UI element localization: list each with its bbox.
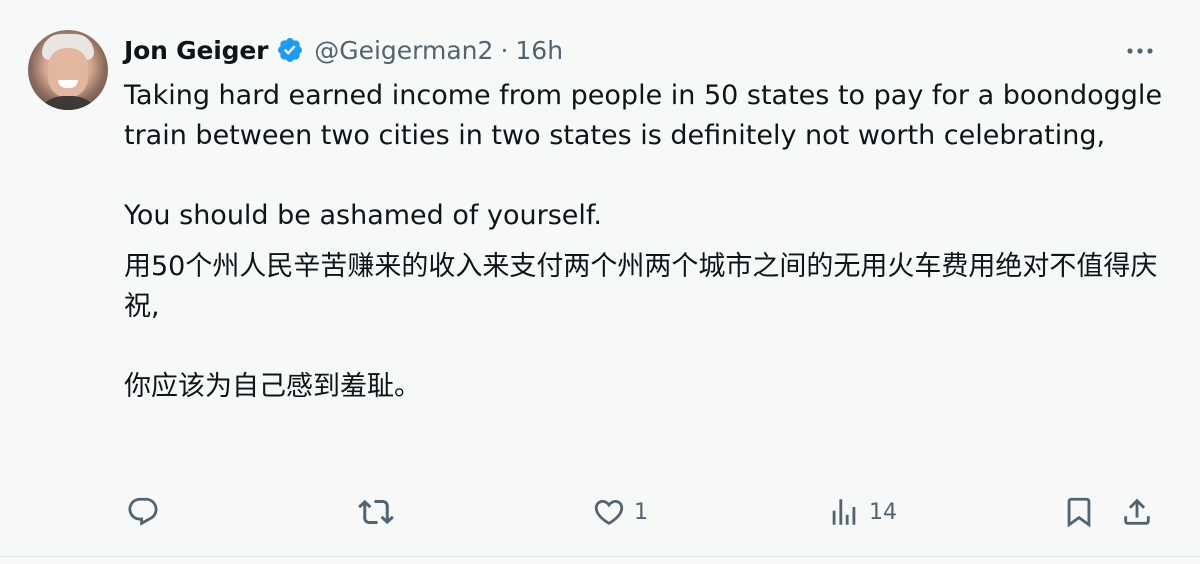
separator-dot: ·	[500, 35, 509, 65]
tweet-text-chinese-1: 用50个州人民辛苦赚来的收入来支付两个州两个城市之间的无用火车费用绝对不值得庆祝…	[124, 251, 1158, 322]
tweet-text-english-1: Taking hard earned income from people in…	[124, 80, 1163, 151]
author-name[interactable]: Jon Geiger	[124, 36, 268, 65]
views-icon	[827, 495, 861, 529]
tweet-text: Taking hard earned income from people in…	[124, 76, 1164, 407]
views-count: 14	[869, 499, 897, 525]
reply-icon	[126, 495, 160, 529]
more-icon[interactable]	[1120, 36, 1160, 66]
bookmark-icon	[1062, 495, 1096, 529]
tweet-timestamp[interactable]: 16h	[515, 36, 563, 65]
tweet-text-english-2: You should be ashamed of yourself.	[124, 200, 603, 231]
retweet-icon	[358, 494, 394, 530]
avatar[interactable]	[28, 30, 108, 110]
tweet-text-chinese-2: 你应该为自己感到羞耻。	[124, 371, 421, 402]
retweet-button[interactable]	[358, 492, 402, 532]
share-icon	[1120, 495, 1154, 529]
author-handle[interactable]: @Geigerman2	[314, 36, 493, 65]
like-button[interactable]: 1	[592, 492, 648, 532]
tweet-card[interactable]: Jon Geiger @Geigerman2 · 16h Taking hard…	[0, 0, 1200, 557]
reply-button[interactable]	[126, 492, 168, 532]
share-button[interactable]	[1120, 492, 1154, 532]
tweet-header: Jon Geiger @Geigerman2 · 16h	[124, 34, 563, 66]
bookmark-button[interactable]	[1062, 492, 1096, 532]
like-count: 1	[634, 499, 648, 525]
heart-icon	[592, 495, 626, 529]
views-button[interactable]: 14	[827, 492, 897, 532]
action-bar: 1 14	[124, 492, 1164, 532]
verified-badge-icon	[276, 36, 304, 64]
